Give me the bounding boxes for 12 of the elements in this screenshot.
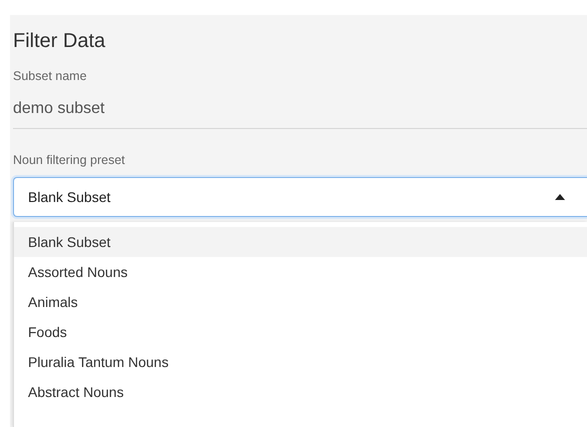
dropdown-option[interactable]: Pluralia Tantum Nouns	[14, 347, 587, 377]
field-label: Noun filtering preset	[13, 153, 126, 167]
preset-select[interactable]: Blank Subset	[13, 177, 587, 217]
field-label: Subset name	[13, 69, 88, 83]
dropdown-option[interactable]: Assorted Nouns	[14, 257, 587, 287]
dropdown-option[interactable]: Foods	[14, 317, 587, 347]
caret-icon	[555, 194, 565, 200]
dropdown-option[interactable]: Abstract Nouns	[14, 377, 587, 407]
subset-name-field[interactable]: demo subset	[13, 83, 587, 129]
form-title: Filter Data	[13, 29, 106, 53]
dropdown-option[interactable]: Blank Subset	[14, 227, 587, 257]
dropdown-option[interactable]: Animals	[14, 287, 587, 317]
